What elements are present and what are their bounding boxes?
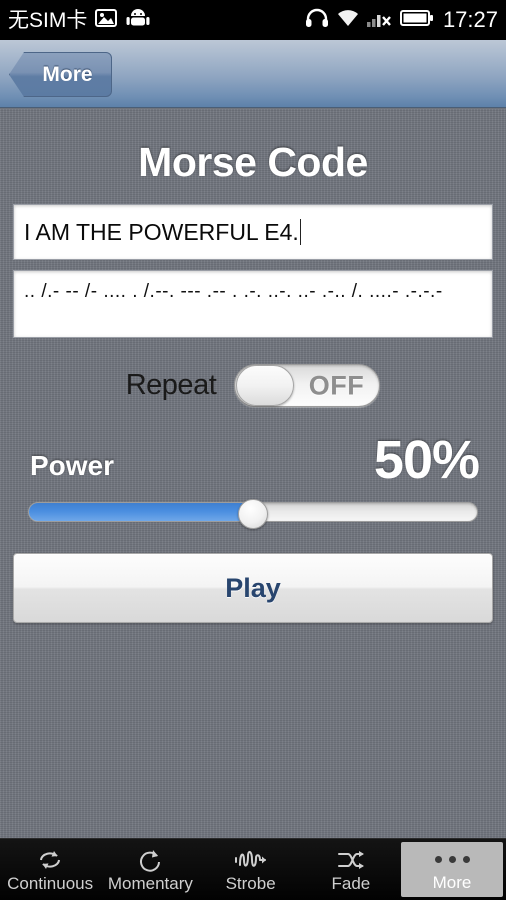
repeat-toggle-knob[interactable] <box>236 365 295 406</box>
text-caret <box>299 219 301 245</box>
waveform-icon <box>234 848 268 872</box>
navigation-bar: More <box>0 40 506 108</box>
wifi-icon <box>336 8 360 33</box>
carrier-label: 无SIM卡 <box>8 8 88 32</box>
ellipsis-icon <box>434 849 470 871</box>
refresh-arrow-icon <box>135 848 165 872</box>
tab-momentary-label: Momentary <box>107 873 193 893</box>
morse-output-field: .. /.- -- /- .... . /.--. --- .-- . .-. … <box>13 270 493 338</box>
tab-strobe[interactable]: Strobe <box>201 839 301 900</box>
power-label: Power <box>30 450 115 482</box>
back-button-label: More <box>42 62 93 86</box>
status-bar-left: 无SIM卡 <box>8 8 151 32</box>
power-row: Power 50% <box>30 430 480 490</box>
tab-more-label: More <box>432 872 472 892</box>
android-robot-icon <box>125 8 151 32</box>
signal-no-service-icon <box>366 8 393 33</box>
headphones-icon <box>305 8 329 33</box>
tab-fade[interactable]: Fade <box>301 839 401 900</box>
play-button-label: Play <box>225 572 281 603</box>
status-bar: 无SIM卡 17:27 <box>0 0 506 40</box>
repeat-toggle-switch[interactable]: OFF <box>234 364 381 407</box>
repeat-row: Repeat OFF <box>0 364 506 407</box>
text-input-field[interactable]: I AM THE POWERFUL E4. <box>13 204 493 260</box>
back-button-more[interactable]: More <box>9 52 112 97</box>
play-button[interactable]: Play <box>13 553 493 624</box>
tab-fade-label: Fade <box>331 873 371 893</box>
text-input-value: I AM THE POWERFUL E4. <box>24 218 299 245</box>
battery-icon <box>399 9 434 32</box>
power-slider-thumb[interactable] <box>238 499 268 530</box>
power-value-label: 50% <box>373 430 480 490</box>
tab-continuous-label: Continuous <box>7 873 94 893</box>
tab-strobe-label: Strobe <box>225 873 276 893</box>
shuffle-arrows-icon <box>336 848 366 872</box>
status-bar-right: 17:27 <box>305 8 498 33</box>
main-content: Morse Code I AM THE POWERFUL E4. .. /.- … <box>0 109 506 838</box>
repeat-toggle-state-label: OFF <box>308 370 365 400</box>
picture-icon <box>95 8 118 32</box>
clock-label: 17:27 <box>442 7 498 32</box>
tab-more[interactable]: More <box>401 842 503 897</box>
page-title: Morse Code <box>138 139 368 185</box>
loop-arrows-icon <box>35 848 65 872</box>
tab-continuous[interactable]: Continuous <box>0 839 100 900</box>
power-slider-fill <box>29 503 253 522</box>
repeat-label: Repeat <box>125 369 217 401</box>
tab-bar: Continuous Momentary Strobe Fade More <box>0 838 506 900</box>
power-slider[interactable] <box>28 499 478 530</box>
tab-momentary[interactable]: Momentary <box>100 839 200 900</box>
